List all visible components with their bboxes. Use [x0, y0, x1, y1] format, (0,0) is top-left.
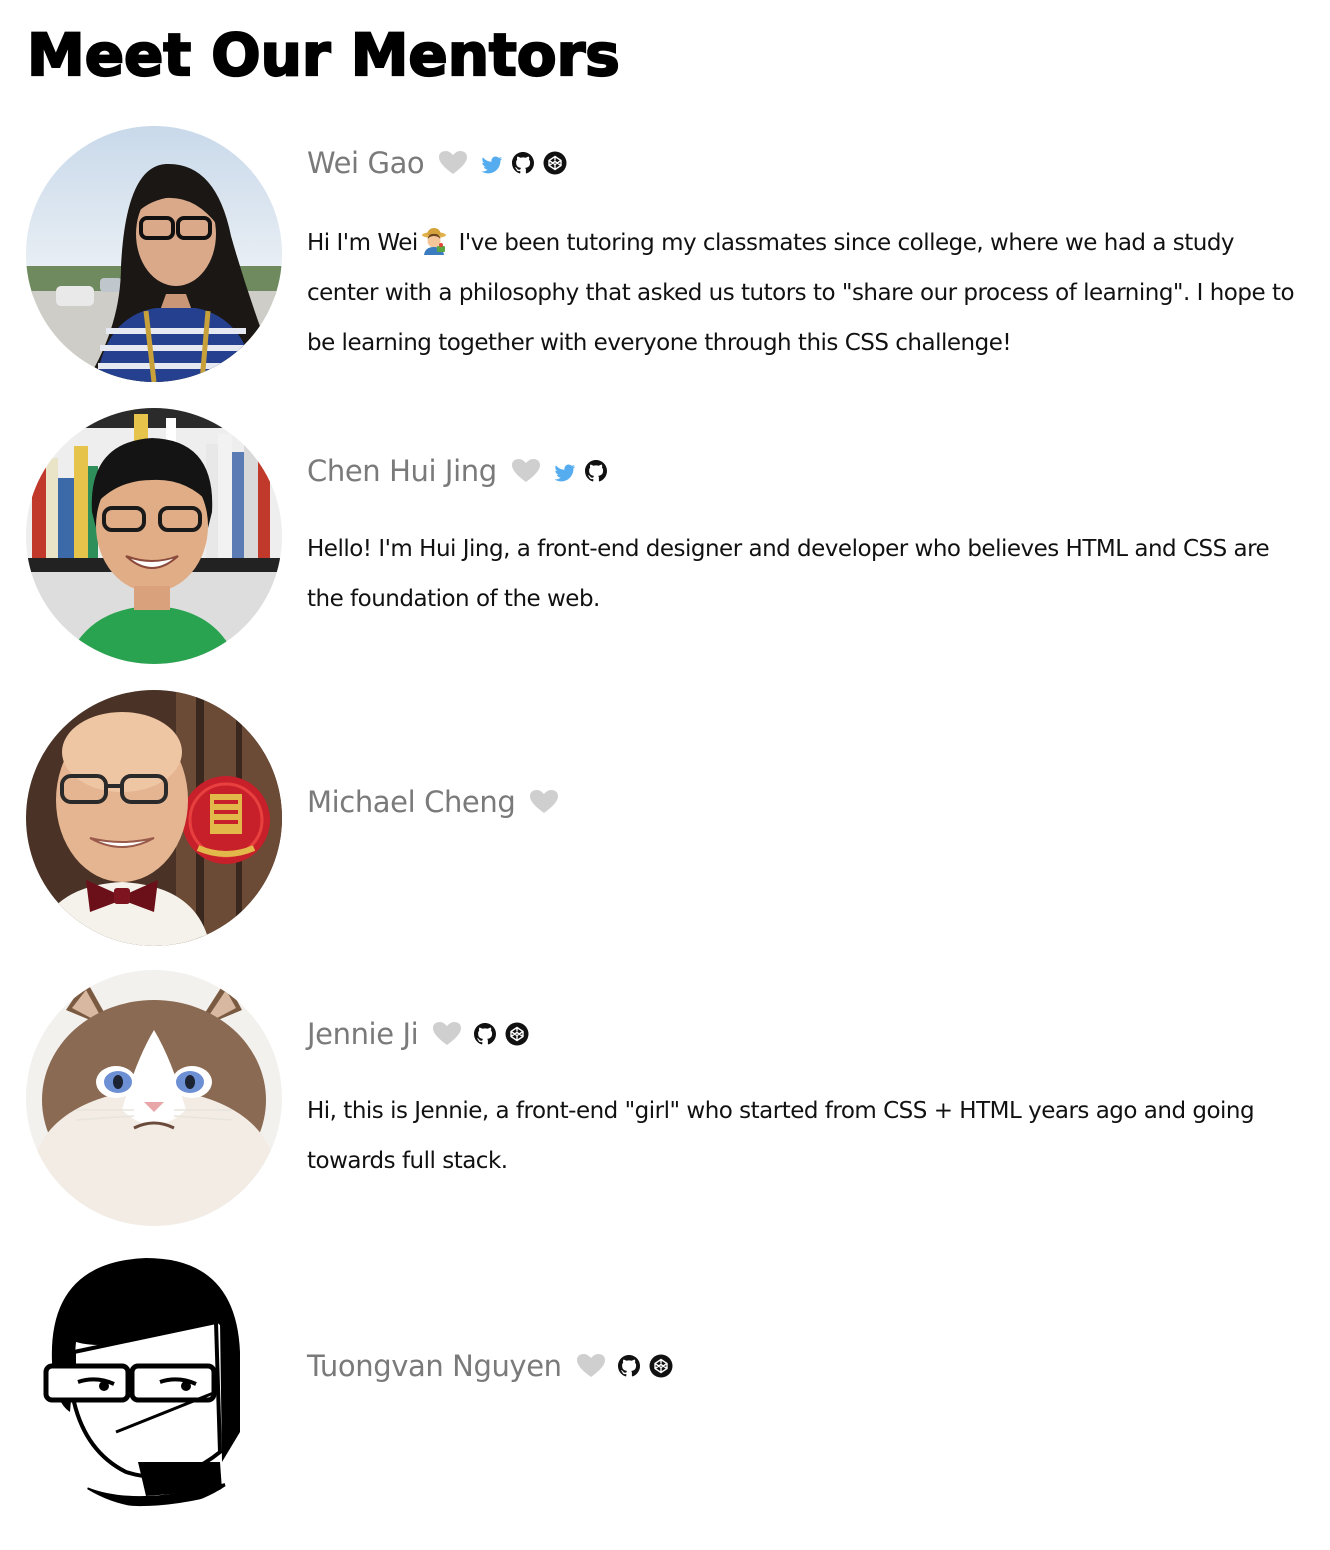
page-title: Meet Our Mentors [26, 20, 621, 90]
woman-farmer-emoji-icon [420, 223, 448, 255]
codepen-icon[interactable] [504, 1021, 530, 1047]
github-icon[interactable] [616, 1353, 642, 1379]
github-icon[interactable] [510, 150, 536, 176]
mentor-bio: Hi, this is Jennie, a front-end "girl" w… [307, 1098, 1255, 1174]
mentor-name: Michael Cheng [307, 785, 516, 819]
mentor-name-row: Wei Gao [307, 145, 574, 181]
twitter-icon[interactable] [478, 150, 504, 176]
social-links [472, 1021, 536, 1047]
avatar [26, 970, 282, 1226]
bio-text-rest: I've been tutoring my classmates since c… [307, 230, 1295, 356]
social-links [551, 458, 615, 484]
mentor-name-row: Jennie Ji [307, 1016, 536, 1052]
heart-icon[interactable] [438, 150, 468, 176]
avatar [26, 126, 282, 382]
mentor-name: Wei Gao [307, 146, 425, 180]
mentor-name: Jennie Ji [307, 1017, 419, 1051]
codepen-icon[interactable] [648, 1353, 674, 1379]
codepen-icon[interactable] [542, 150, 568, 176]
mentor-name-row: Chen Hui Jing [307, 453, 615, 489]
social-links [616, 1353, 680, 1379]
heart-icon[interactable] [432, 1021, 462, 1047]
avatar [26, 1252, 282, 1508]
mentor-bio: Hi I'm Wei I've been tutoring my classma… [307, 218, 1307, 368]
mentor-name-row: Tuongvan Nguyen [307, 1348, 680, 1384]
avatar [26, 690, 282, 946]
bio-text-start: Hi I'm Wei [307, 230, 418, 256]
mentor-name: Chen Hui Jing [307, 454, 497, 488]
heart-icon[interactable] [576, 1353, 606, 1379]
avatar [26, 408, 282, 664]
twitter-icon[interactable] [551, 458, 577, 484]
mentor-name: Tuongvan Nguyen [307, 1349, 562, 1383]
heart-icon[interactable] [511, 458, 541, 484]
mentor-bio: Hello! I'm Hui Jing, a front-end designe… [307, 536, 1270, 612]
heart-icon[interactable] [529, 789, 559, 815]
github-icon[interactable] [472, 1021, 498, 1047]
social-links [478, 150, 574, 176]
github-icon[interactable] [583, 458, 609, 484]
mentor-name-row: Michael Cheng [307, 784, 559, 820]
